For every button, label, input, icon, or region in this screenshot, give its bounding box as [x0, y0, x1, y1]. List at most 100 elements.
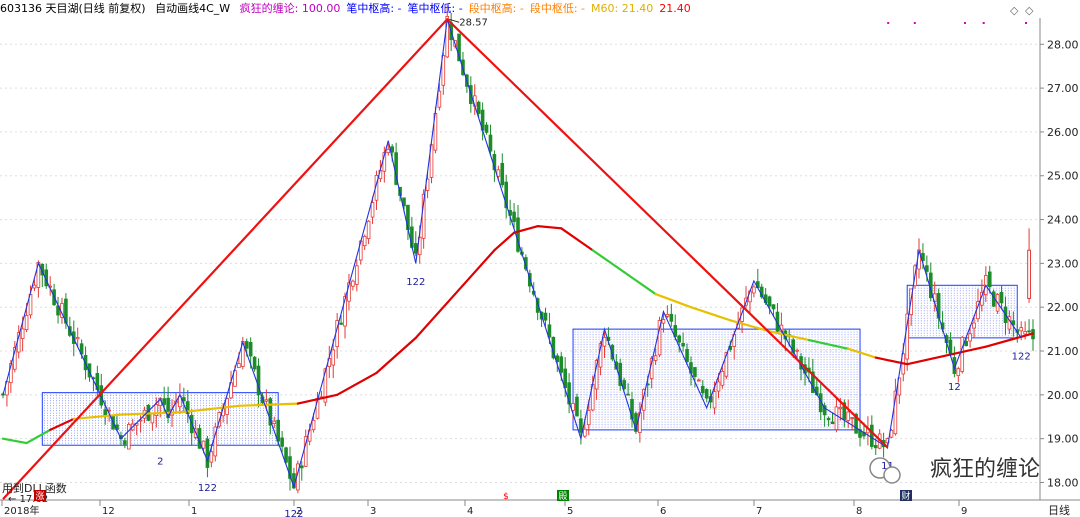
candle-body [838, 406, 843, 410]
candle-body [752, 286, 756, 294]
candle-body [704, 389, 709, 399]
event-marker-label: 财 [901, 490, 910, 502]
candle-body [248, 341, 253, 357]
period-label: 日线 [1048, 503, 1070, 517]
bi-count-label: 2 [157, 457, 163, 468]
y-tick-label: 18.00 [1047, 476, 1079, 489]
candle-body [602, 337, 607, 347]
candle-body [488, 134, 493, 152]
high-price-label: 28.57 [459, 17, 488, 28]
ma60-segment [49, 417, 75, 431]
candle-body [697, 379, 701, 382]
candle-body [968, 333, 972, 342]
candlesticks [1, 5, 1035, 494]
signal-dot [1025, 22, 1027, 24]
candle-body [437, 90, 442, 108]
candle-body [999, 291, 1004, 304]
candle-body [716, 381, 721, 392]
candle-body [677, 335, 681, 343]
candle-body [543, 312, 548, 321]
x-tick-label: 1 [191, 506, 197, 517]
ma60-segment [536, 225, 563, 230]
candle-body [559, 356, 564, 373]
y-tick-label: 25.00 [1047, 170, 1079, 183]
ma60-segment [375, 336, 417, 375]
candle-body [103, 409, 108, 417]
candle-body [972, 322, 976, 329]
ma60-segment [945, 345, 987, 357]
candle-body [351, 280, 355, 287]
ma60-segment [414, 292, 457, 339]
x-tick-label: 2018年 [4, 504, 39, 517]
x-tick-label: 12 [102, 506, 115, 517]
candle-body [201, 440, 206, 449]
candle-body [712, 391, 717, 409]
ma60-segment [493, 231, 516, 252]
x-tick-label: 4 [467, 506, 473, 517]
candle-body [339, 322, 343, 325]
watermark: 疯狂的缠论 [930, 457, 1040, 482]
bi-count-label: 122 [1012, 351, 1031, 362]
bi-count-label: 122 [198, 483, 217, 494]
signal-dot [982, 22, 985, 24]
candle-body [244, 341, 249, 349]
ma60-segment [336, 371, 378, 396]
candle-body [127, 424, 131, 450]
x-tick-label: 5 [567, 506, 573, 517]
chart-annotations: 28.57← 17.6221221221221112122 [8, 17, 1031, 517]
candle-body [331, 349, 336, 366]
ma60-segment [237, 402, 299, 407]
candle-body [386, 148, 391, 154]
ma60-segment [847, 347, 877, 359]
candle-body [826, 418, 831, 421]
signal-dot [913, 22, 916, 24]
candle-body [366, 220, 371, 240]
candle-body [362, 235, 367, 247]
x-tick-label: 3 [370, 506, 376, 517]
y-tick-label: 19.00 [1047, 433, 1079, 446]
y-tick-label: 28.00 [1047, 38, 1079, 51]
bi-polyline [2, 19, 1022, 489]
candle-body [280, 437, 284, 447]
candle-body [669, 313, 674, 322]
signal-dot [963, 22, 966, 24]
candle-body [284, 447, 288, 463]
ma60-segment [591, 249, 626, 274]
bi-count-label: 12 [948, 382, 961, 393]
candle-body [834, 406, 839, 430]
candle-body [665, 313, 670, 317]
bi-lines [2, 19, 1022, 489]
candle-body [24, 315, 29, 331]
x-tick-label: 8 [856, 506, 862, 517]
bi-count-label: 122 [406, 277, 425, 288]
candle-body [1023, 331, 1027, 335]
candle-body [182, 397, 186, 402]
candle-body [575, 396, 579, 417]
candle-body [370, 202, 375, 218]
candle-body [873, 445, 878, 449]
candle-body [579, 418, 583, 433]
candle-body [311, 419, 316, 431]
ma60-segment [25, 428, 52, 445]
y-tick-label: 24.00 [1047, 214, 1079, 227]
y-tick-label: 20.00 [1047, 389, 1079, 402]
diamond-icon: ◇ [1025, 4, 1034, 17]
y-tick-label: 23.00 [1047, 257, 1079, 270]
candle-body [626, 393, 630, 396]
x-tick-label: 9 [961, 506, 967, 517]
candle-body [685, 348, 689, 362]
candle-body [1027, 330, 1031, 333]
candle-body [252, 356, 257, 370]
candle-body [500, 163, 505, 186]
kline-chart[interactable]: 18.00 19.00 20.00 21.00 22.00 23.00 24.00 25.00… [0, 0, 1080, 517]
candle-body [583, 428, 587, 437]
candle-body [299, 465, 304, 469]
ma60-segment [1, 437, 28, 445]
candle-body [32, 284, 37, 289]
y-tick-label: 27.00 [1047, 82, 1079, 95]
candle-body [720, 371, 725, 386]
candle-body [75, 337, 80, 340]
candle-body [264, 399, 269, 402]
candle-body [476, 101, 481, 114]
candle-body [771, 304, 776, 310]
